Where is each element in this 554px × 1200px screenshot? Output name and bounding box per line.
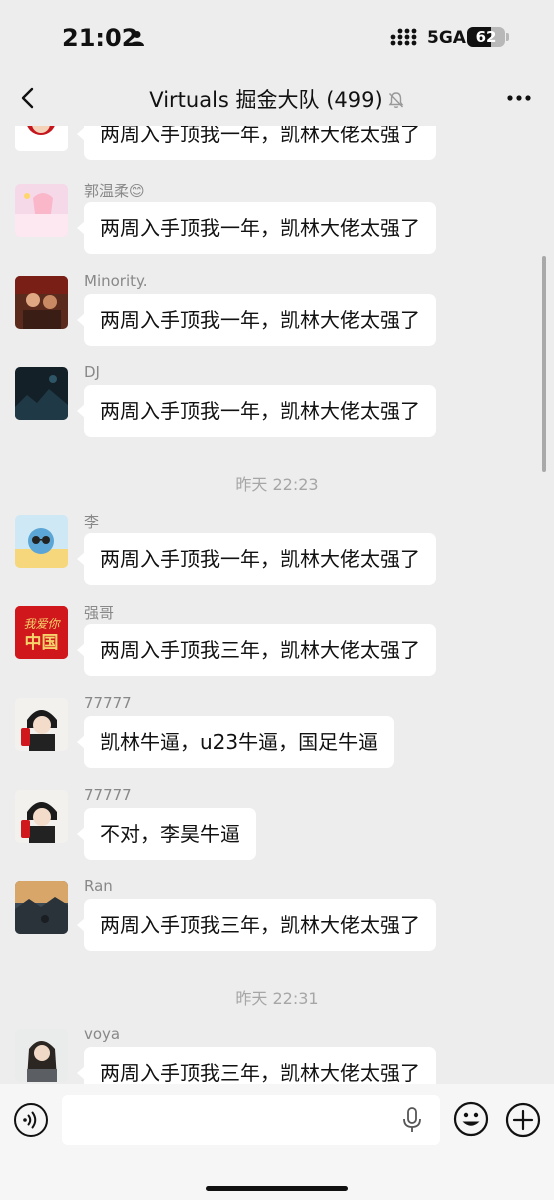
battery-cap — [506, 33, 509, 41]
message-bubble[interactable]: 两周入手顶我一年，凯林大佬太强了 — [77, 202, 436, 254]
plus-icon[interactable] — [504, 1101, 542, 1139]
svg-text:中国: 中国 — [25, 632, 59, 653]
message-bubble[interactable]: 凯林牛逼，u23牛逼，国足牛逼 — [76, 716, 395, 768]
i-love-china-avatar-icon: 我爱你 中国 — [15, 606, 68, 659]
sunset-landscape-avatar-icon — [15, 881, 68, 934]
signal-icon — [390, 28, 417, 46]
input-bar — [0, 1084, 554, 1200]
sender-name: 77777 — [84, 694, 132, 712]
message-bubble[interactable]: 两周入手顶我一年，凯林大佬太强了 — [77, 533, 436, 585]
avatar[interactable] — [15, 790, 68, 843]
message-bubble[interactable]: 两周入手顶我一年，凯林大佬太强了 — [77, 385, 436, 437]
message-bubble[interactable]: 两周入手顶我一年，凯林大佬太强了 — [77, 126, 436, 160]
avatar[interactable] — [15, 184, 68, 237]
dark-landscape-avatar-icon — [15, 367, 68, 420]
cartoon-cat-avatar-icon — [15, 515, 68, 568]
sender-name: 77777 — [84, 786, 132, 804]
chat-header: Virtuals 掘金大队 (499) — [0, 70, 554, 126]
sender-name: 郭温柔😊 — [84, 182, 145, 200]
sender-name: Ran — [84, 877, 113, 895]
person-icon — [130, 31, 144, 46]
status-bar: 21:02 5GA 62 — [0, 0, 554, 70]
anime-boy-avatar-icon — [15, 698, 68, 751]
chat-title-row[interactable]: Virtuals 掘金大队 (499) — [0, 84, 554, 114]
avatar[interactable] — [15, 698, 68, 751]
anime-boy-avatar-icon — [15, 790, 68, 843]
sender-name: 李 — [84, 513, 100, 531]
network-type: 5GA — [427, 28, 466, 48]
message-bubble[interactable]: 两周入手顶我三年，凯林大佬太强了 — [77, 624, 436, 676]
scrollbar[interactable] — [542, 256, 546, 472]
message-list[interactable]: 两周入手顶我一年，凯林大佬太强了 郭温柔😊 两周入手顶我一年，凯林大佬太强了 M… — [0, 126, 554, 1084]
avatar-text: 我爱你 — [23, 617, 61, 631]
avatar[interactable] — [15, 367, 68, 420]
timestamp: 昨天 22:31 — [235, 989, 319, 1008]
avatar[interactable] — [15, 276, 68, 329]
cartoon-avatar-icon — [15, 126, 68, 151]
battery-level: 62 — [475, 28, 497, 46]
chat-title: Virtuals 掘金大队 (499) — [149, 88, 383, 112]
sender-name: voya — [84, 1025, 121, 1043]
avatar[interactable] — [15, 515, 68, 568]
avatar[interactable] — [15, 1029, 68, 1082]
mic-icon[interactable] — [400, 1107, 424, 1133]
message-bubble[interactable]: 两周入手顶我一年，凯林大佬太强了 — [77, 294, 436, 346]
home-indicator[interactable] — [206, 1186, 348, 1191]
sender-name: Minority. — [84, 272, 148, 290]
sender-name: 强哥 — [84, 604, 115, 622]
avatar[interactable]: 我爱你 中国 — [15, 606, 68, 659]
status-time: 21:02 — [62, 24, 139, 52]
battery-indicator: 62 — [467, 27, 505, 47]
more-icon[interactable] — [506, 88, 532, 108]
avatar[interactable] — [15, 881, 68, 934]
message-bubble[interactable]: 两周入手顶我三年，凯林大佬太强了 — [77, 899, 436, 951]
message-bubble[interactable]: 不对，李昊牛逼 — [77, 808, 256, 860]
photo-avatar-icon — [15, 276, 68, 329]
timestamp: 昨天 22:23 — [235, 475, 319, 494]
avatar[interactable] — [15, 126, 68, 151]
message-input[interactable] — [62, 1095, 440, 1145]
sender-name: DJ — [84, 363, 100, 381]
emoji-icon[interactable] — [452, 1100, 490, 1138]
message-bubble[interactable]: 两周入手顶我三年，凯林大佬太强了 — [77, 1047, 436, 1084]
portrait-avatar-icon — [15, 1029, 68, 1082]
anime-avatar-icon — [15, 184, 68, 237]
bell-muted-icon — [388, 92, 404, 109]
voice-icon[interactable] — [13, 1102, 49, 1138]
